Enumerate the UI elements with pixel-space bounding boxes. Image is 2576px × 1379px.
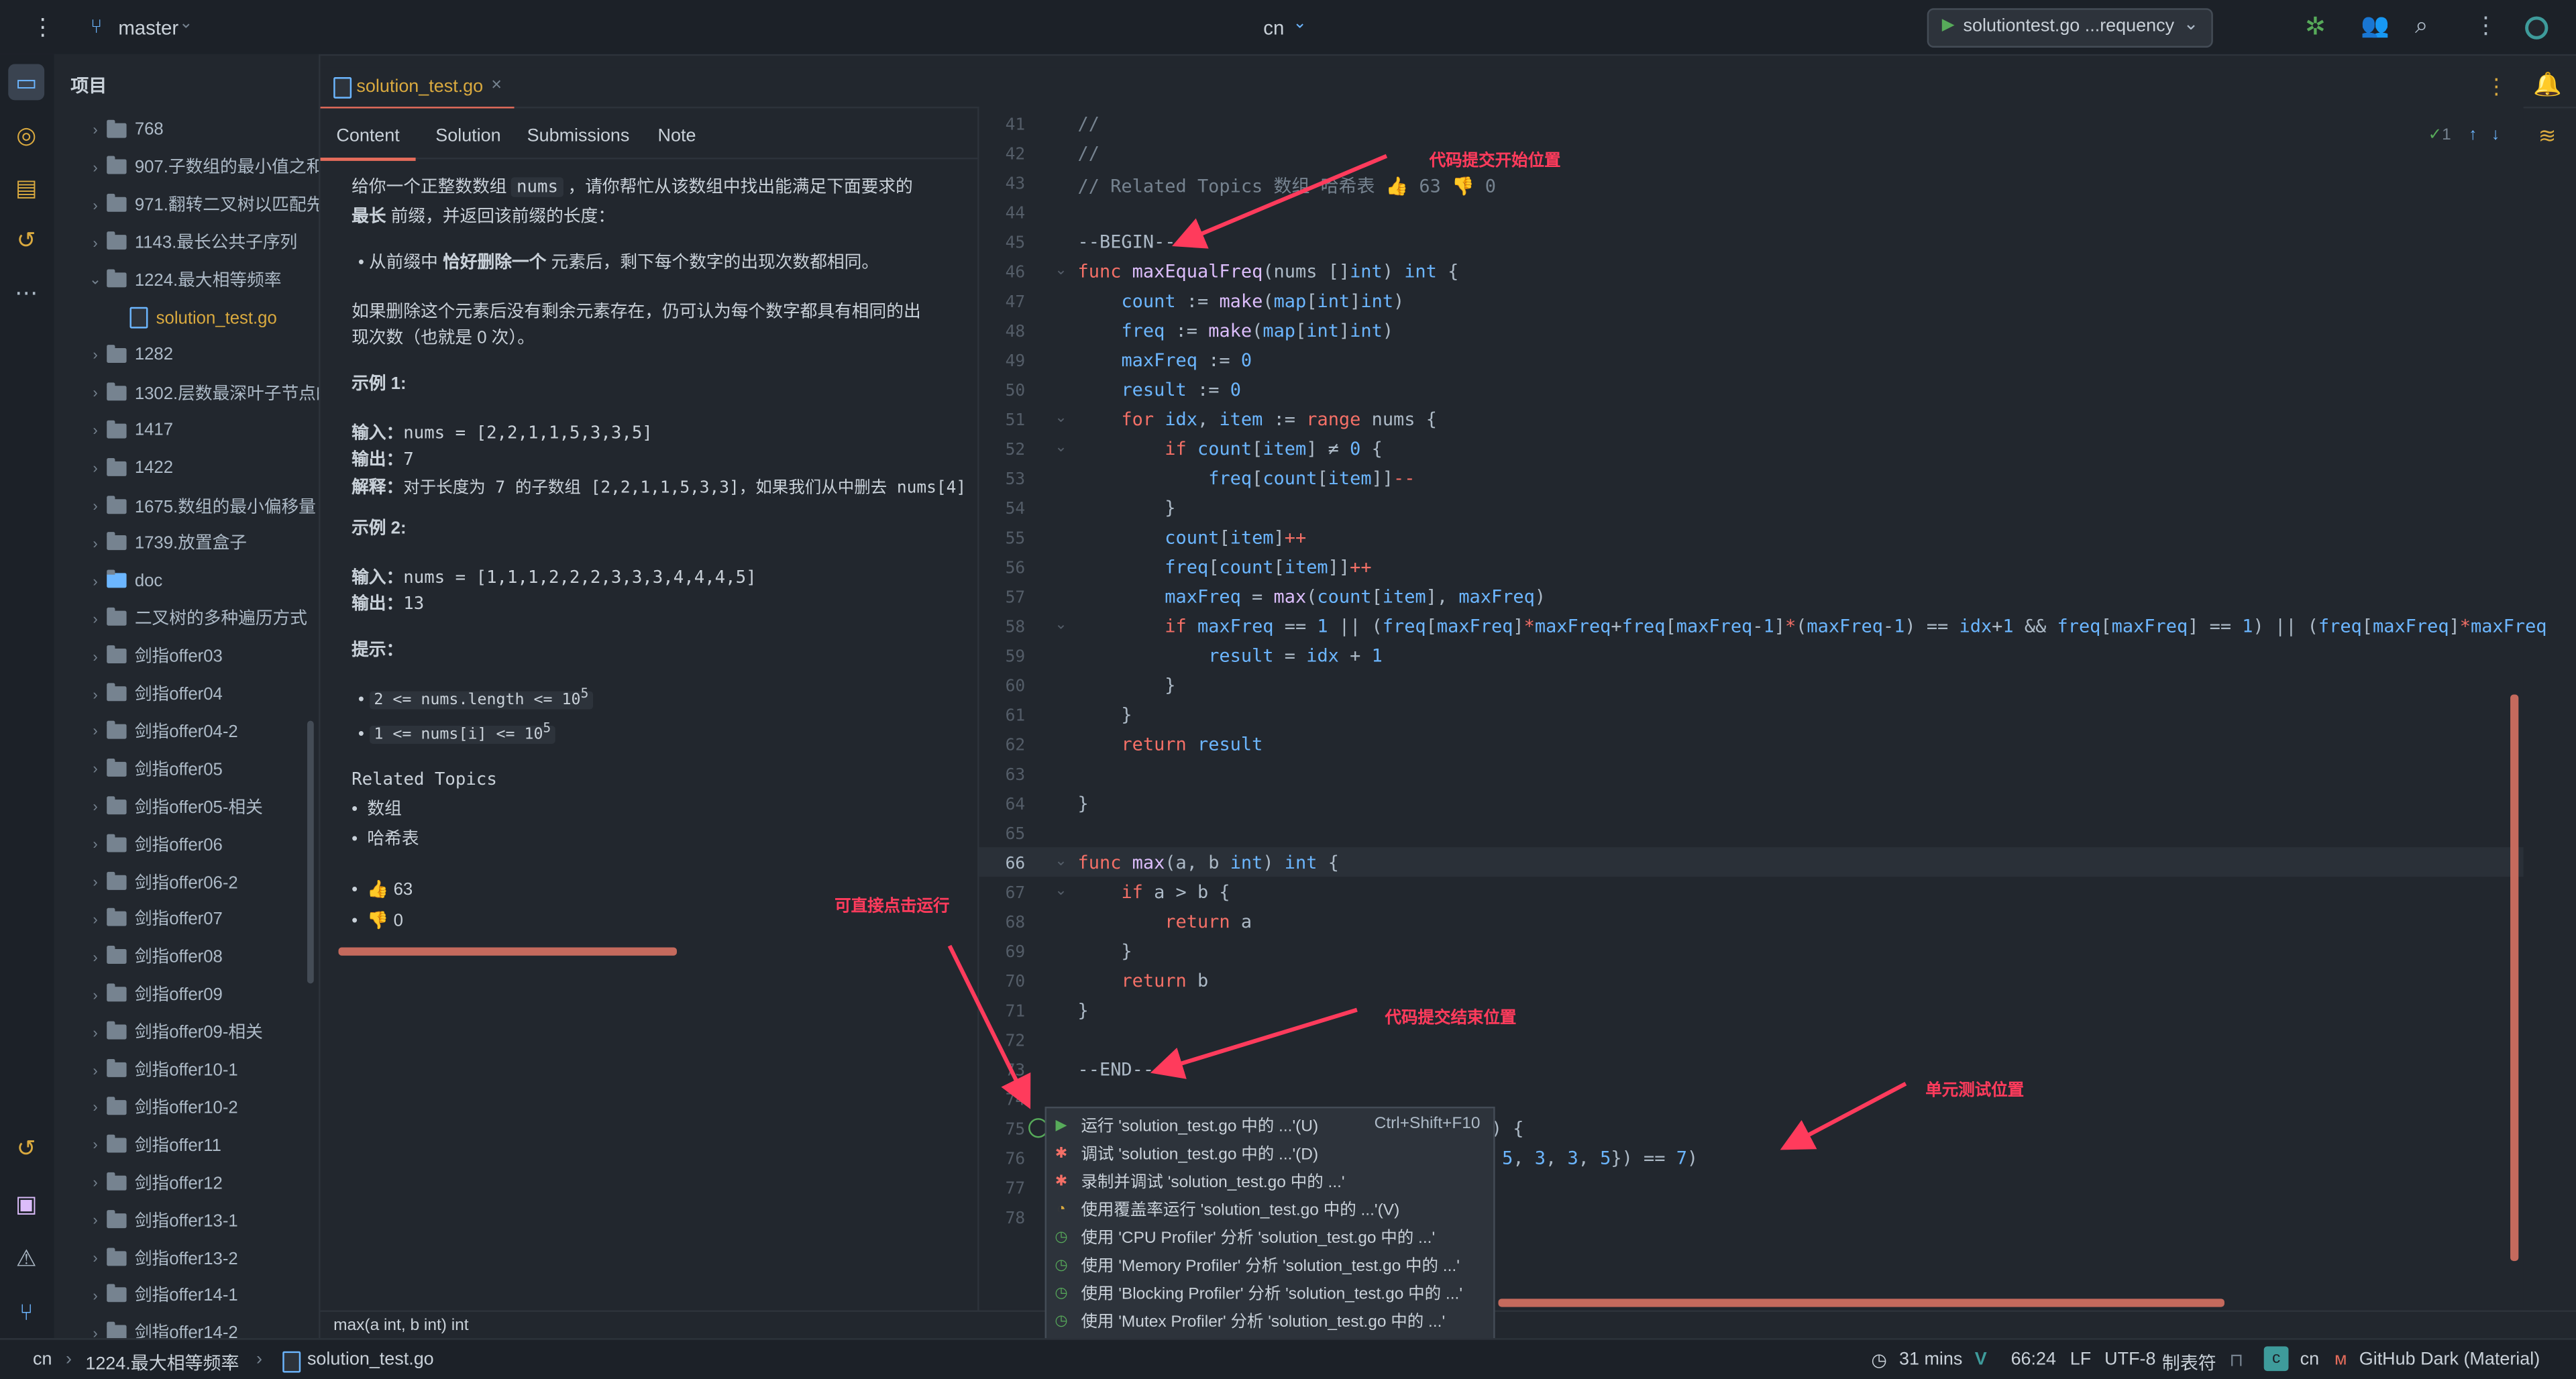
status-project[interactable]: cn — [2300, 1349, 2319, 1369]
begin-arrow — [1172, 154, 1388, 249]
plugin-icon[interactable]: V — [1975, 1349, 1987, 1369]
theme-name[interactable]: GitHub Dark (Material) — [2359, 1349, 2540, 1369]
cursor-position[interactable]: 66:24 — [2011, 1349, 2056, 1369]
breadcrumb-folder[interactable]: 1224.最大相等频率 — [85, 1349, 239, 1376]
annotation-begin: 代码提交开始位置 — [1429, 152, 1561, 171]
theme-icon: ᴍ — [2334, 1349, 2347, 1370]
go-file-icon — [282, 1351, 301, 1373]
project-badge-icon: c — [2263, 1346, 2289, 1372]
time-tracked[interactable]: 31 mins — [1899, 1349, 1962, 1369]
annotation-end: 代码提交结束位置 — [1385, 1009, 1517, 1028]
breadcrumb-separator: › — [256, 1349, 263, 1370]
lock-icon[interactable]: ⊓ — [2229, 1349, 2243, 1371]
annotation-arrows — [947, 154, 1907, 1150]
annotation-click-run: 可直接点击运行 — [835, 898, 950, 916]
file-encoding[interactable]: UTF-8 — [2104, 1349, 2155, 1369]
indent-setting[interactable]: 制表符 — [2162, 1349, 2216, 1376]
line-separator[interactable]: LF — [2070, 1349, 2091, 1369]
breadcrumb-file[interactable]: solution_test.go — [307, 1349, 434, 1369]
annotation-unit-test: 单元测试位置 — [1925, 1082, 2025, 1101]
unit-test-arrow — [1780, 1081, 1907, 1150]
end-arrow — [1150, 1007, 1358, 1079]
breadcrumb-separator: › — [65, 1349, 72, 1370]
breadcrumb-project[interactable]: cn — [33, 1349, 52, 1369]
status-bar: cn › 1224.最大相等频率 › solution_test.go ◷ 31… — [0, 1338, 2576, 1379]
run-arrow — [947, 944, 1031, 1109]
clock-icon: ◷ — [1871, 1351, 1887, 1372]
